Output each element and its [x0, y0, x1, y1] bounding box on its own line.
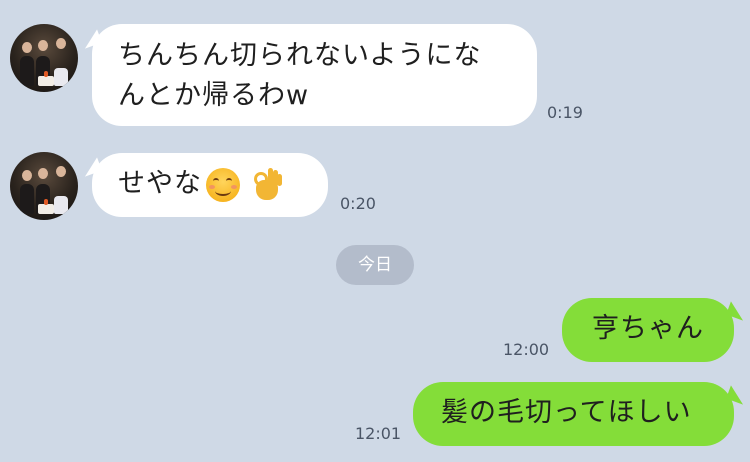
- smiling-face-icon: [206, 167, 240, 202]
- message-text-line: んとか帰るわw: [118, 80, 310, 111]
- friend-avatar[interactable]: [10, 152, 78, 220]
- outgoing-message-bubble[interactable]: 髪の毛切ってほしい: [413, 382, 734, 446]
- message-time: 12:01: [355, 424, 402, 443]
- ok-hand-icon: [252, 167, 282, 202]
- message-time: 0:19: [547, 103, 583, 122]
- message-time: 12:00: [503, 340, 550, 359]
- message-text: 髪の毛切ってほしい: [441, 397, 692, 428]
- incoming-message-bubble[interactable]: せやな: [92, 153, 328, 217]
- date-separator: 今日: [336, 245, 414, 285]
- message-text: 亨ちゃん: [592, 313, 704, 344]
- outgoing-message-bubble[interactable]: 亨ちゃん: [562, 298, 734, 362]
- incoming-message-bubble[interactable]: ちんちん切られないようにな んとか帰るわw: [92, 24, 537, 126]
- message-time: 0:20: [340, 194, 376, 213]
- friend-avatar[interactable]: [10, 24, 78, 92]
- message-text-line: ちんちん切られないようにな: [118, 40, 482, 71]
- message-text: せやな: [118, 168, 202, 199]
